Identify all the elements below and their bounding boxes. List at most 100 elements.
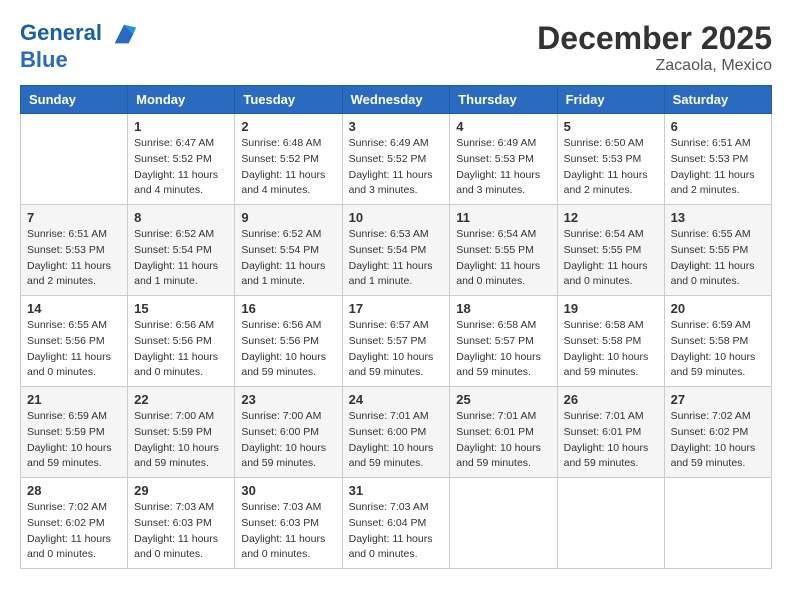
day-number: 23 [241,392,335,407]
title-section: December 2025 Zacaola, Mexico [537,20,772,75]
calendar-cell [557,478,664,569]
day-number: 19 [564,301,658,316]
header-friday: Friday [557,86,664,114]
day-info: Sunrise: 7:01 AM Sunset: 6:01 PM Dayligh… [564,409,658,472]
day-info: Sunrise: 6:52 AM Sunset: 5:54 PM Dayligh… [241,227,335,290]
day-number: 30 [241,483,335,498]
day-number: 7 [27,210,121,225]
day-number: 20 [671,301,765,316]
calendar-cell: 10 Sunrise: 6:53 AM Sunset: 5:54 PM Dayli… [342,205,450,296]
day-info: Sunrise: 6:55 AM Sunset: 5:56 PM Dayligh… [27,318,121,381]
day-info: Sunrise: 7:02 AM Sunset: 6:02 PM Dayligh… [27,500,121,563]
day-info: Sunrise: 7:01 AM Sunset: 6:00 PM Dayligh… [349,409,444,472]
day-info: Sunrise: 6:51 AM Sunset: 5:53 PM Dayligh… [671,136,765,199]
day-info: Sunrise: 6:58 AM Sunset: 5:58 PM Dayligh… [564,318,658,381]
day-number: 12 [564,210,658,225]
day-info: Sunrise: 6:52 AM Sunset: 5:54 PM Dayligh… [134,227,228,290]
day-info: Sunrise: 6:58 AM Sunset: 5:57 PM Dayligh… [456,318,550,381]
week-row: 1 Sunrise: 6:47 AM Sunset: 5:52 PM Daylig… [21,114,772,205]
calendar-cell [664,478,771,569]
calendar-cell: 22 Sunrise: 7:00 AM Sunset: 5:59 PM Dayli… [128,387,235,478]
day-number: 13 [671,210,765,225]
calendar-cell: 8 Sunrise: 6:52 AM Sunset: 5:54 PM Daylig… [128,205,235,296]
day-number: 29 [134,483,228,498]
calendar-cell: 24 Sunrise: 7:01 AM Sunset: 6:00 PM Dayli… [342,387,450,478]
day-number: 25 [456,392,550,407]
calendar-cell: 5Sunrise: 6:50 AM Sunset: 5:53 PM Daylig… [557,114,664,205]
day-number: 6 [671,119,765,134]
day-number: 26 [564,392,658,407]
header-monday: Monday [128,86,235,114]
day-info: Sunrise: 6:54 AM Sunset: 5:55 PM Dayligh… [456,227,550,290]
calendar-cell: 31 Sunrise: 7:03 AM Sunset: 6:04 PM Dayli… [342,478,450,569]
day-number: 28 [27,483,121,498]
week-row: 7Sunrise: 6:51 AM Sunset: 5:53 PM Daylig… [21,205,772,296]
day-number: 9 [241,210,335,225]
day-info: Sunrise: 6:55 AM Sunset: 5:55 PM Dayligh… [671,227,765,290]
day-number: 4 [456,119,550,134]
calendar-cell: 28 Sunrise: 7:02 AM Sunset: 6:02 PM Dayli… [21,478,128,569]
calendar-cell: 20Sunrise: 6:59 AM Sunset: 5:58 PM Dayli… [664,296,771,387]
calendar-cell: 17 Sunrise: 6:57 AM Sunset: 5:57 PM Dayli… [342,296,450,387]
calendar-cell: 30 Sunrise: 7:03 AM Sunset: 6:03 PM Dayli… [235,478,342,569]
day-number: 18 [456,301,550,316]
header-wednesday: Wednesday [342,86,450,114]
calendar-cell: 6 Sunrise: 6:51 AM Sunset: 5:53 PM Daylig… [664,114,771,205]
day-info: Sunrise: 6:47 AM Sunset: 5:52 PM Dayligh… [134,136,228,199]
day-info: Sunrise: 6:53 AM Sunset: 5:54 PM Dayligh… [349,227,444,290]
day-number: 3 [349,119,444,134]
day-info: Sunrise: 6:57 AM Sunset: 5:57 PM Dayligh… [349,318,444,381]
calendar-cell: 13 Sunrise: 6:55 AM Sunset: 5:55 PM Dayli… [664,205,771,296]
calendar-cell: 29 Sunrise: 7:03 AM Sunset: 6:03 PM Dayli… [128,478,235,569]
calendar-cell: 1 Sunrise: 6:47 AM Sunset: 5:52 PM Daylig… [128,114,235,205]
header-tuesday: Tuesday [235,86,342,114]
day-number: 2 [241,119,335,134]
calendar-cell: 7Sunrise: 6:51 AM Sunset: 5:53 PM Daylig… [21,205,128,296]
week-row: 21 Sunrise: 6:59 AM Sunset: 5:59 PM Dayli… [21,387,772,478]
day-number: 16 [241,301,335,316]
calendar-cell: 11 Sunrise: 6:54 AM Sunset: 5:55 PM Dayli… [450,205,557,296]
week-row: 14Sunrise: 6:55 AM Sunset: 5:56 PM Dayli… [21,296,772,387]
day-number: 1 [134,119,228,134]
calendar-cell: 19 Sunrise: 6:58 AM Sunset: 5:58 PM Dayli… [557,296,664,387]
day-info: Sunrise: 7:01 AM Sunset: 6:01 PM Dayligh… [456,409,550,472]
day-number: 5 [564,119,658,134]
day-info: Sunrise: 6:56 AM Sunset: 5:56 PM Dayligh… [134,318,228,381]
day-info: Sunrise: 7:03 AM Sunset: 6:04 PM Dayligh… [349,500,444,563]
day-number: 11 [456,210,550,225]
day-number: 31 [349,483,444,498]
logo-blue: Blue [20,48,138,72]
week-row: 28 Sunrise: 7:02 AM Sunset: 6:02 PM Dayli… [21,478,772,569]
month-title: December 2025 [537,20,772,57]
day-info: Sunrise: 7:03 AM Sunset: 6:03 PM Dayligh… [241,500,335,563]
calendar-cell [21,114,128,205]
calendar-cell: 12 Sunrise: 6:54 AM Sunset: 5:55 PM Dayli… [557,205,664,296]
day-info: Sunrise: 6:48 AM Sunset: 5:52 PM Dayligh… [241,136,335,199]
day-number: 15 [134,301,228,316]
day-number: 22 [134,392,228,407]
day-number: 27 [671,392,765,407]
day-info: Sunrise: 7:00 AM Sunset: 5:59 PM Dayligh… [134,409,228,472]
logo-text: General [20,20,138,48]
day-info: Sunrise: 6:59 AM Sunset: 5:59 PM Dayligh… [27,409,121,472]
day-number: 8 [134,210,228,225]
day-info: Sunrise: 6:54 AM Sunset: 5:55 PM Dayligh… [564,227,658,290]
day-info: Sunrise: 7:02 AM Sunset: 6:02 PM Dayligh… [671,409,765,472]
header-sunday: Sunday [21,86,128,114]
day-number: 24 [349,392,444,407]
calendar-cell: 2 Sunrise: 6:48 AM Sunset: 5:52 PM Daylig… [235,114,342,205]
calendar-cell: 25 Sunrise: 7:01 AM Sunset: 6:01 PM Dayli… [450,387,557,478]
calendar-body: 1 Sunrise: 6:47 AM Sunset: 5:52 PM Daylig… [21,114,772,569]
calendar-table: SundayMondayTuesdayWednesdayThursdayFrid… [20,85,772,569]
calendar-cell: 16Sunrise: 6:56 AM Sunset: 5:56 PM Dayli… [235,296,342,387]
day-info: Sunrise: 6:49 AM Sunset: 5:52 PM Dayligh… [349,136,444,199]
logo-icon [110,20,138,48]
day-info: Sunrise: 7:03 AM Sunset: 6:03 PM Dayligh… [134,500,228,563]
header-saturday: Saturday [664,86,771,114]
calendar-cell: 23Sunrise: 7:00 AM Sunset: 6:00 PM Dayli… [235,387,342,478]
day-number: 10 [349,210,444,225]
calendar-cell: 14Sunrise: 6:55 AM Sunset: 5:56 PM Dayli… [21,296,128,387]
day-number: 21 [27,392,121,407]
location: Zacaola, Mexico [537,57,772,75]
day-number: 17 [349,301,444,316]
